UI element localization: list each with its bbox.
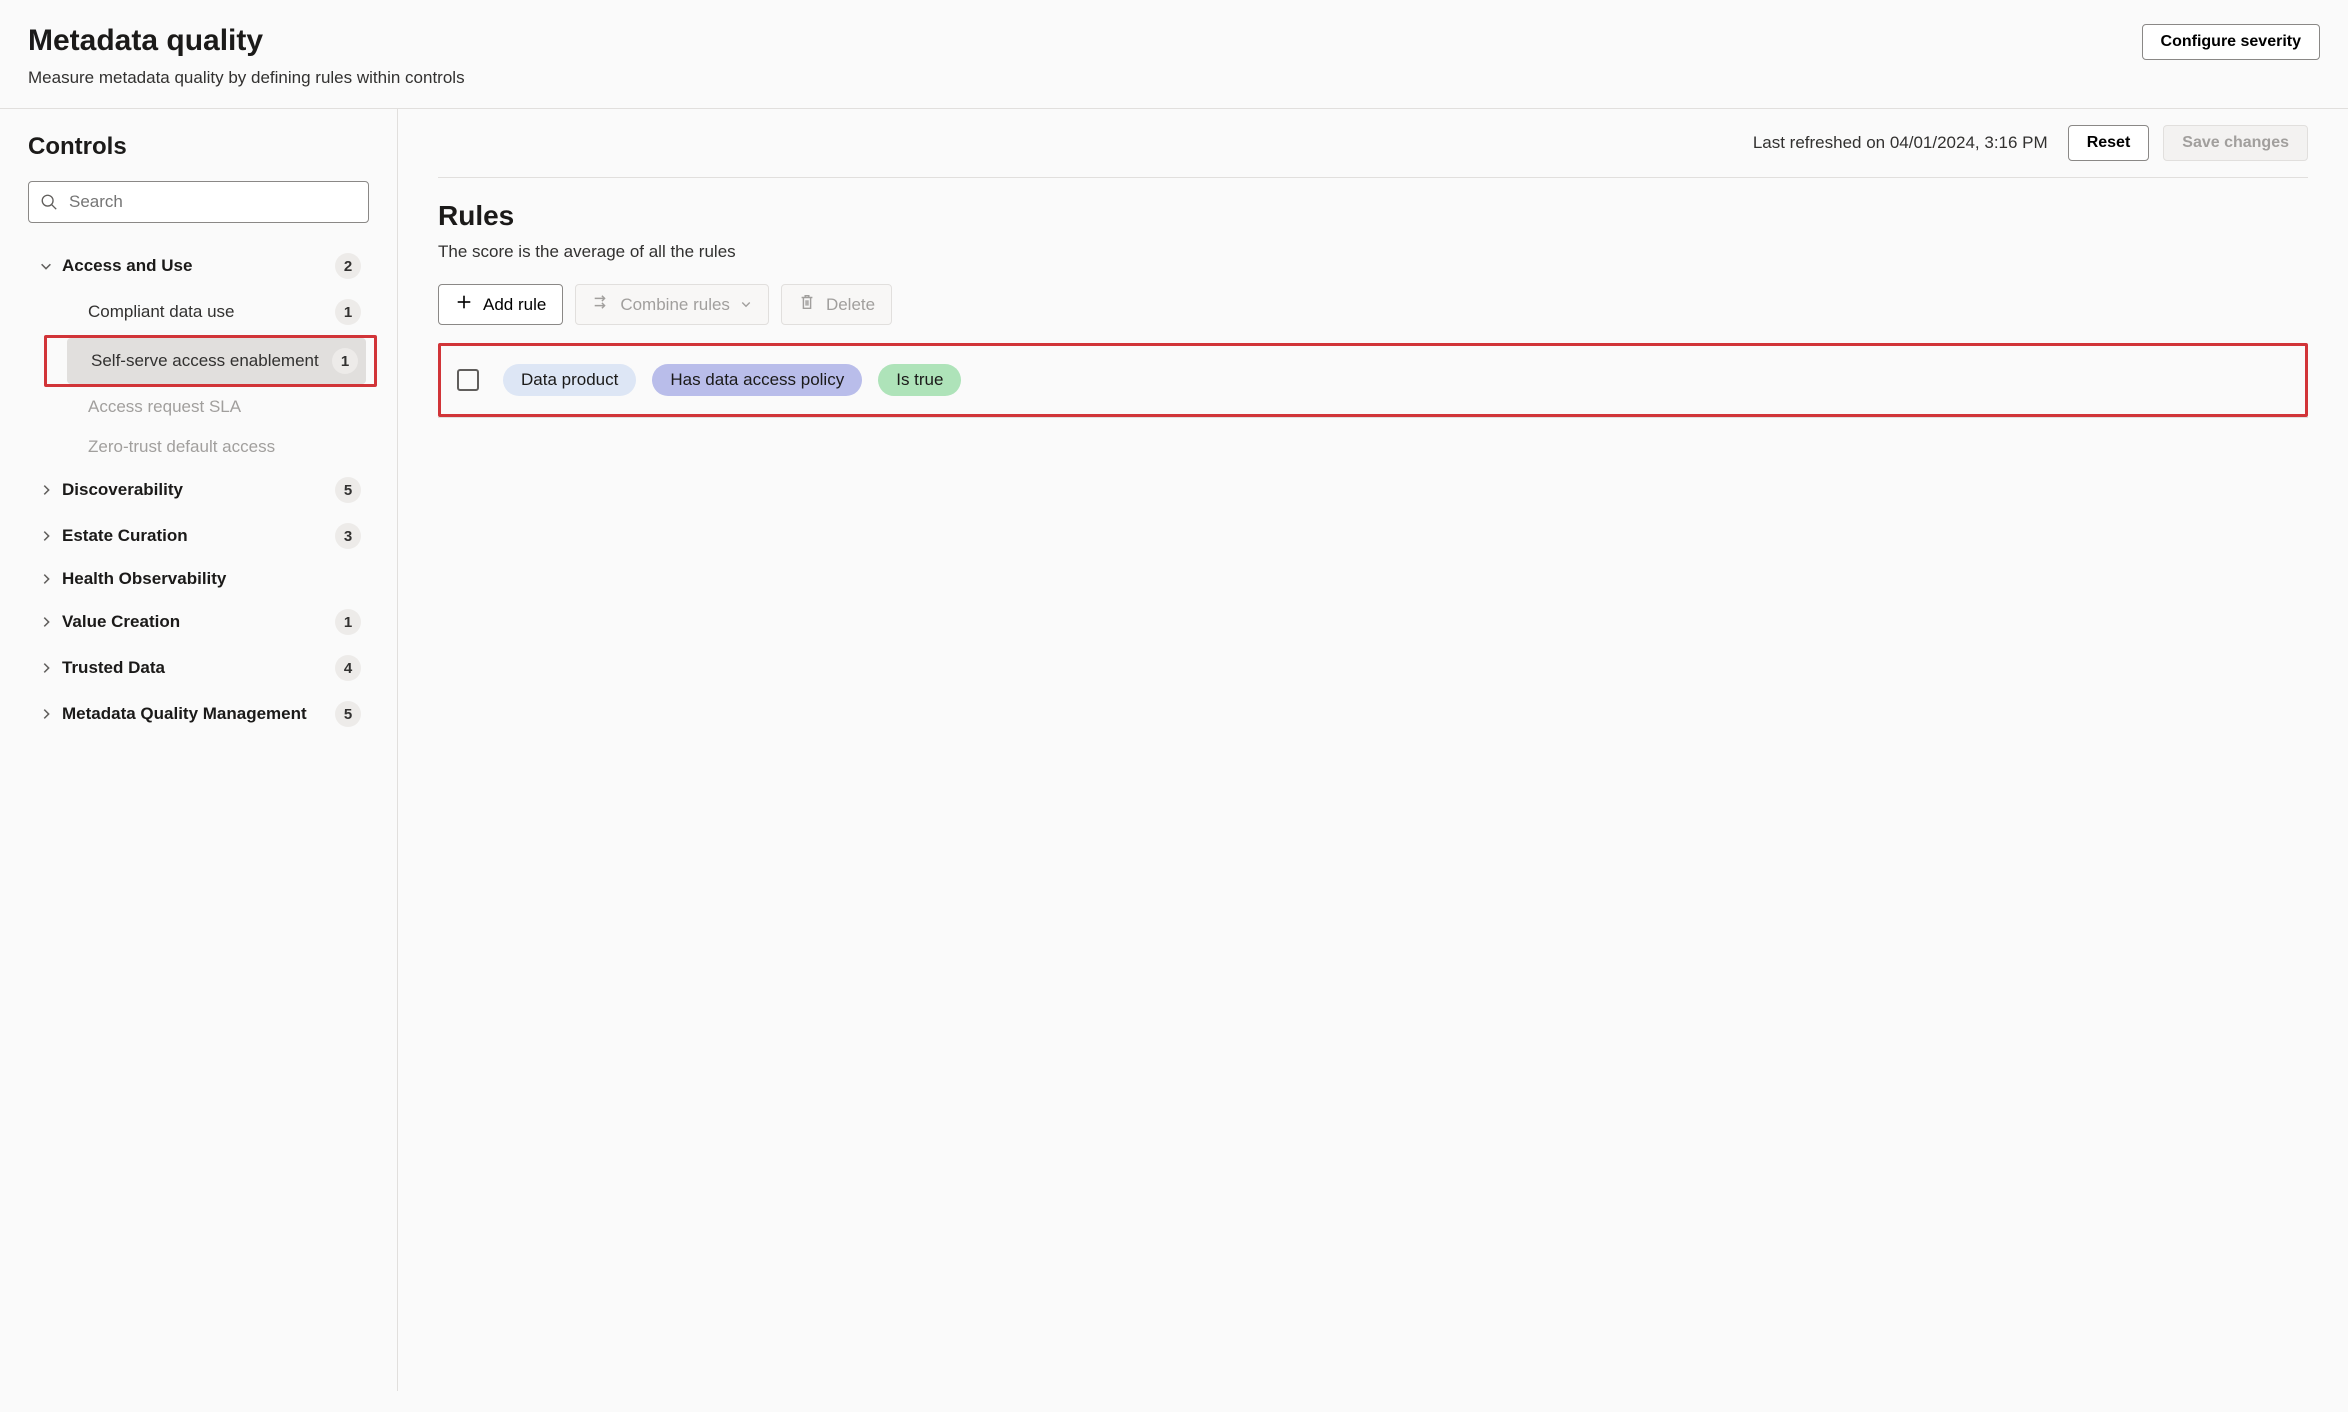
rule-checkbox[interactable] xyxy=(457,369,479,391)
rules-title: Rules xyxy=(438,200,2308,232)
rules-toolbar: Add rule Combine rules Delete xyxy=(438,284,2308,325)
chevron-right-icon xyxy=(36,707,56,721)
chevron-down-icon xyxy=(740,295,752,315)
chevron-right-icon xyxy=(36,529,56,543)
sidebar-title: Controls xyxy=(28,133,369,161)
tree-group-label: Value Creation xyxy=(56,612,335,632)
tree-item-label: Self-serve access enablement xyxy=(91,351,332,371)
rule-pill-predicate[interactable]: Has data access policy xyxy=(652,364,862,396)
main-panel: Last refreshed on 04/01/2024, 3:16 PM Re… xyxy=(398,109,2348,1391)
add-rule-button[interactable]: Add rule xyxy=(438,284,563,325)
page-title: Metadata quality xyxy=(28,24,2142,58)
count-badge: 5 xyxy=(335,701,361,727)
tree-item-label: Zero-trust default access xyxy=(88,437,361,457)
tree-group-label: Trusted Data xyxy=(56,658,335,678)
last-refreshed-text: Last refreshed on 04/01/2024, 3:16 PM xyxy=(1753,133,2048,153)
tree-group-label: Estate Curation xyxy=(56,526,335,546)
controls-sidebar: Controls Access and Use 2 Compliant xyxy=(0,109,398,1391)
tree-item-self-serve-access[interactable]: Self-serve access enablement 1 xyxy=(67,338,366,384)
combine-icon xyxy=(592,293,610,316)
tree-group-label: Access and Use xyxy=(56,256,335,276)
chevron-right-icon xyxy=(36,661,56,675)
rules-description: The score is the average of all the rule… xyxy=(438,242,2308,262)
reset-button[interactable]: Reset xyxy=(2068,125,2150,161)
chevron-down-icon xyxy=(36,259,56,273)
tree-group-label: Discoverability xyxy=(56,480,335,500)
rule-pill-subject[interactable]: Data product xyxy=(503,364,636,396)
highlight-selected-control: Self-serve access enablement 1 xyxy=(44,335,377,387)
tree-group-label: Metadata Quality Management xyxy=(56,704,335,724)
page-header: Metadata quality Measure metadata qualit… xyxy=(0,0,2348,109)
tree-item-zero-trust[interactable]: Zero-trust default access xyxy=(64,427,369,467)
combine-rules-label: Combine rules xyxy=(620,295,730,315)
tree-item-label: Access request SLA xyxy=(88,397,361,417)
chevron-right-icon xyxy=(36,615,56,629)
tree-group-metadata-quality-mgmt[interactable]: Metadata Quality Management 5 xyxy=(28,691,369,737)
tree-group-trusted-data[interactable]: Trusted Data 4 xyxy=(28,645,369,691)
page-subtitle: Measure metadata quality by defining rul… xyxy=(28,68,2142,88)
count-badge: 3 xyxy=(335,523,361,549)
trash-icon xyxy=(798,293,816,316)
configure-severity-button[interactable]: Configure severity xyxy=(2142,24,2320,60)
count-badge: 4 xyxy=(335,655,361,681)
count-badge: 1 xyxy=(335,299,361,325)
tree-item-label: Compliant data use xyxy=(88,302,335,322)
chevron-right-icon xyxy=(36,483,56,497)
count-badge: 2 xyxy=(335,253,361,279)
save-changes-button[interactable]: Save changes xyxy=(2163,125,2308,161)
controls-tree: Access and Use 2 Compliant data use 1 Se… xyxy=(28,243,369,737)
tree-group-label: Health Observability xyxy=(56,569,361,589)
combine-rules-button[interactable]: Combine rules xyxy=(575,284,769,325)
count-badge: 5 xyxy=(335,477,361,503)
tree-item-access-request-sla[interactable]: Access request SLA xyxy=(64,387,369,427)
tree-group-estate-curation[interactable]: Estate Curation 3 xyxy=(28,513,369,559)
add-rule-label: Add rule xyxy=(483,295,546,315)
plus-icon xyxy=(455,293,473,316)
tree-group-value-creation[interactable]: Value Creation 1 xyxy=(28,599,369,645)
count-badge: 1 xyxy=(335,609,361,635)
tree-group-discoverability[interactable]: Discoverability 5 xyxy=(28,467,369,513)
delete-label: Delete xyxy=(826,295,875,315)
count-badge: 1 xyxy=(332,348,358,374)
search-icon xyxy=(40,193,58,211)
delete-button[interactable]: Delete xyxy=(781,284,892,325)
rule-row-highlighted: Data product Has data access policy Is t… xyxy=(438,343,2308,417)
search-input[interactable] xyxy=(28,181,369,223)
rules-divider xyxy=(438,417,2308,418)
tree-group-health-observability[interactable]: Health Observability xyxy=(28,559,369,599)
top-actions: Last refreshed on 04/01/2024, 3:16 PM Re… xyxy=(438,125,2308,178)
chevron-right-icon xyxy=(36,572,56,586)
rule-pill-value[interactable]: Is true xyxy=(878,364,961,396)
tree-group-access-and-use[interactable]: Access and Use 2 xyxy=(28,243,369,289)
tree-item-compliant-data-use[interactable]: Compliant data use 1 xyxy=(64,289,369,335)
